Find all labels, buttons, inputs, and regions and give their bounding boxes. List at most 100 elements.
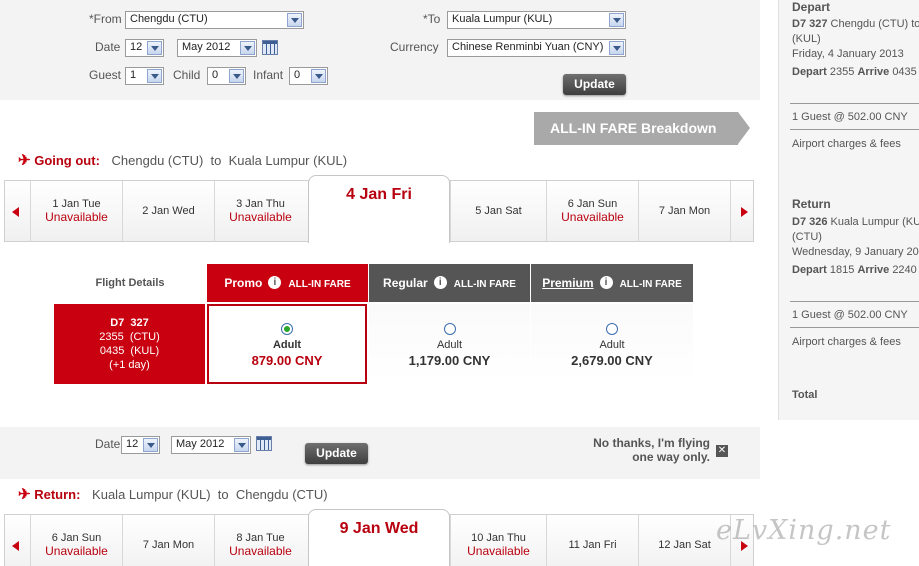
next-dates-arrow-icon[interactable] xyxy=(730,181,754,241)
summary-total-label: Total xyxy=(792,389,818,401)
return-day-select[interactable]: 12 xyxy=(121,436,160,454)
to-select[interactable]: Kuala Lumpur (KUL) xyxy=(447,11,626,29)
child-select[interactable]: 0 xyxy=(207,67,246,85)
regular-fare-radio[interactable] xyxy=(443,323,456,335)
promo-fare-cell[interactable]: Adult 879.00 CNY xyxy=(207,304,367,384)
summary-depart-date: Friday, 4 January 2013 xyxy=(792,48,904,60)
arrive-time: 2240 xyxy=(892,264,917,276)
regular-fare-cell[interactable]: Adult 1,179.00 CNY xyxy=(369,304,530,384)
close-icon[interactable]: ✕ xyxy=(716,445,728,457)
infant-select[interactable]: 0 xyxy=(289,67,328,85)
return-day-6[interactable]: 11 Jan Fri xyxy=(546,515,638,566)
divider xyxy=(790,129,919,130)
info-icon[interactable]: i xyxy=(268,276,282,290)
info-icon[interactable]: i xyxy=(433,276,447,290)
all-in-fare-breakdown-button[interactable]: ALL-IN FARE Breakdown xyxy=(534,112,738,145)
flight-no: D7 326 xyxy=(792,216,828,228)
info-icon[interactable]: i xyxy=(599,276,613,290)
promo-fare-header: Promo i ALL-IN FARE xyxy=(207,264,368,302)
return-day-3[interactable]: 8 Jan Tue Unavailable xyxy=(214,515,306,566)
currency-select[interactable]: Chinese Renminbi Yuan (CNY) xyxy=(447,39,626,57)
child-label: Child xyxy=(173,68,201,82)
flight-depart-time: 2355 (CTU) xyxy=(99,331,160,343)
return-day-select-value: 12 xyxy=(126,438,139,450)
flight-no: D7 327 xyxy=(792,18,828,30)
chevron-down-icon xyxy=(609,13,624,27)
from-label: *From xyxy=(89,12,122,26)
flight-details-header: Flight Details xyxy=(95,277,165,289)
premium-fare-cell[interactable]: Adult 2,679.00 CNY xyxy=(531,304,693,384)
summary-return-route-2: (CTU) xyxy=(792,231,822,243)
going-day-selected[interactable]: 4 Jan Fri xyxy=(308,175,450,243)
calendar-icon[interactable] xyxy=(262,40,278,55)
going-day-2[interactable]: 2 Jan Wed xyxy=(122,181,214,241)
watermark: eLvXing.net xyxy=(716,515,892,546)
plane-return-icon: ✈ xyxy=(18,486,31,503)
chevron-down-icon xyxy=(234,438,249,452)
plane-depart-icon: ✈ xyxy=(18,152,31,169)
going-day-3[interactable]: 3 Jan Thu Unavailable xyxy=(214,181,306,241)
update-button[interactable]: Update xyxy=(563,74,626,95)
day-date: 7 Jan Mon xyxy=(658,204,711,217)
day-status: Unavailable xyxy=(561,210,624,224)
summary-return-times: Depart 1815 Arrive 2240 xyxy=(792,262,917,278)
infant-label: Infant xyxy=(253,68,284,82)
return-day-1[interactable]: 6 Jan Sun Unavailable xyxy=(30,515,122,566)
day-select[interactable]: 12 xyxy=(125,39,164,57)
prev-dates-arrow-icon[interactable] xyxy=(5,515,29,566)
return-update-button[interactable]: Update xyxy=(305,443,368,464)
return-label: Return: xyxy=(34,487,81,502)
going-day-1[interactable]: 1 Jan Tue Unavailable xyxy=(30,181,122,241)
chevron-down-icon xyxy=(147,41,162,55)
return-calendar-icon[interactable] xyxy=(256,436,272,451)
depart-time: 2355 xyxy=(829,66,855,78)
return-month-select[interactable]: May 2012 xyxy=(171,436,251,454)
currency-select-value: Chinese Renminbi Yuan (CNY) xyxy=(452,41,604,53)
premium-fare-link[interactable]: Premium xyxy=(542,276,593,290)
flight-next-day-note: (+1 day) xyxy=(109,359,150,371)
going-out-route: Chengdu (CTU) to Kuala Lumpur (KUL) xyxy=(111,153,348,168)
breakdown-arrow-icon xyxy=(738,112,750,144)
flight-route: Chengdu (CTU) to xyxy=(827,18,919,30)
guest-select[interactable]: 1 xyxy=(125,67,164,85)
day-date: 7 Jan Mon xyxy=(142,538,195,551)
chevron-down-icon xyxy=(143,438,158,452)
summary-return-date: Wednesday, 9 January 20 xyxy=(792,246,919,258)
summary-depart-charges[interactable]: Airport charges & fees xyxy=(792,136,901,152)
one-way-note[interactable]: No thanks, I'm flying one way only. xyxy=(560,436,710,464)
prev-dates-arrow-icon[interactable] xyxy=(5,181,29,241)
summary-return-charges[interactable]: Airport charges & fees xyxy=(792,334,901,350)
going-out-title: ✈ Going out: Chengdu (CTU) to Kuala Lump… xyxy=(18,151,347,169)
return-date-label: Date xyxy=(95,437,121,451)
fare-name: Promo xyxy=(224,276,263,290)
day-status: Unavailable xyxy=(229,544,292,558)
day-date: 5 Jan Sat xyxy=(475,204,522,217)
divider xyxy=(790,327,919,328)
day-date: 11 Jan Fri xyxy=(568,538,617,551)
return-month-select-value: May 2012 xyxy=(176,438,225,450)
summary-depart-route-2: (KUL) xyxy=(792,33,821,45)
chevron-down-icon xyxy=(609,41,624,55)
return-day-2[interactable]: 7 Jan Mon xyxy=(122,515,214,566)
return-day-selected[interactable]: 9 Jan Wed xyxy=(308,509,450,566)
depart-label: Depart xyxy=(792,264,827,276)
going-day-7[interactable]: 7 Jan Mon xyxy=(638,181,730,241)
from-select-value: Chengdu (CTU) xyxy=(130,13,208,25)
date-label: Date xyxy=(95,40,121,54)
chevron-down-icon xyxy=(311,69,326,83)
summary-depart-times: Depart 2355 Arrive 0435 xyxy=(792,64,917,80)
from-select[interactable]: Chengdu (CTU) xyxy=(125,11,304,29)
return-day-5[interactable]: 10 Jan Thu Unavailable xyxy=(450,515,546,566)
going-day-6[interactable]: 6 Jan Sun Unavailable xyxy=(546,181,638,241)
flight-number: D7 327 xyxy=(110,317,149,329)
fare-tag: ALL-IN FARE xyxy=(453,279,516,290)
infant-select-value: 0 xyxy=(294,69,301,81)
return-title: ✈ Return: Kuala Lumpur (KUL) to Chengdu … xyxy=(18,485,328,503)
going-day-5[interactable]: 5 Jan Sat xyxy=(450,181,546,241)
flight-details-cell: D7 327 2355 (CTU) 0435 (KUL) (+1 day) xyxy=(54,304,205,384)
premium-fare-radio[interactable] xyxy=(606,323,618,335)
arrive-label: Arrive xyxy=(857,264,890,276)
promo-fare-radio[interactable] xyxy=(281,323,293,335)
summary-depart-head: Depart xyxy=(792,0,831,14)
month-select[interactable]: May 2012 xyxy=(177,39,257,57)
